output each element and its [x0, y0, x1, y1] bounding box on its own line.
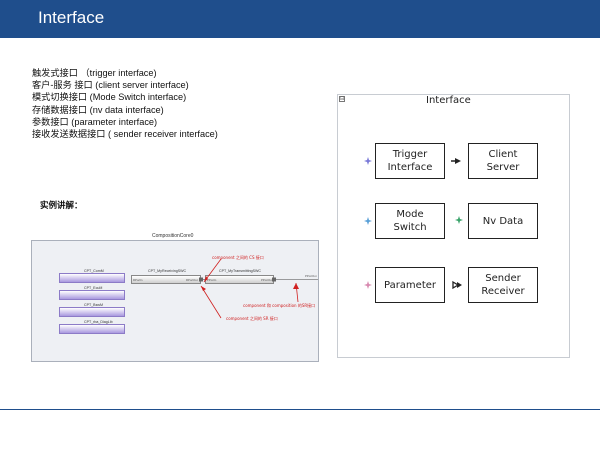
nv-sparkle-icon	[455, 216, 463, 224]
mode-sparkle-icon	[364, 217, 372, 225]
parameter-sparkle-icon	[364, 281, 372, 289]
footer-divider	[0, 409, 600, 410]
double-arrow-right-icon	[452, 280, 462, 290]
arrow-right-icon	[451, 158, 461, 164]
trigger-sparkle-icon	[364, 157, 372, 165]
interface-icons	[364, 157, 463, 290]
